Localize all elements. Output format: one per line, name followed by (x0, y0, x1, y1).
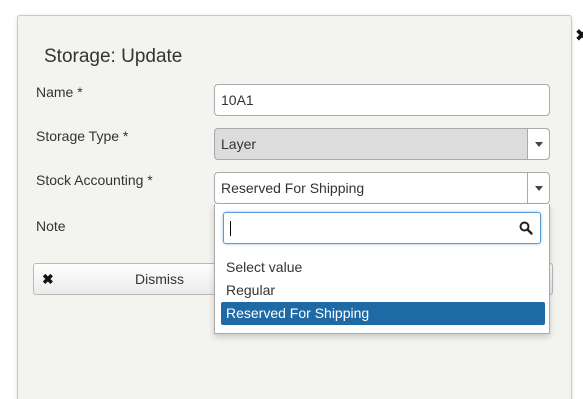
storage-type-dropdown-button[interactable] (527, 129, 549, 159)
note-label: Note (36, 218, 66, 234)
stock-accounting-label: Stock Accounting * (36, 172, 153, 188)
stock-accounting-dropdown: Select value Regular Reserved For Shippi… (214, 204, 550, 334)
name-input[interactable]: 10A1 (214, 84, 550, 116)
name-label: Name * (36, 84, 83, 100)
close-icon: ✖ (42, 271, 54, 287)
dropdown-search-input[interactable] (223, 212, 541, 244)
name-value: 10A1 (221, 92, 254, 108)
storage-type-select[interactable]: Layer (214, 128, 550, 160)
option-reserved-for-shipping[interactable]: Reserved For Shipping (221, 302, 545, 325)
chevron-down-icon (534, 141, 543, 147)
stock-accounting-select[interactable]: Reserved For Shipping (214, 172, 550, 204)
text-cursor (230, 221, 231, 236)
storage-type-label: Storage Type * (36, 128, 129, 144)
dismiss-label: Dismiss (135, 271, 184, 287)
dialog-title: Storage: Update (44, 46, 183, 67)
option-regular[interactable]: Regular (221, 279, 545, 302)
chevron-down-icon (534, 185, 543, 191)
storage-type-value: Layer (221, 136, 257, 152)
option-select-value[interactable]: Select value (221, 256, 545, 279)
dropdown-options: Select value Regular Reserved For Shippi… (221, 256, 545, 325)
stock-accounting-value: Reserved For Shipping (221, 180, 365, 196)
close-icon[interactable]: ✖ (573, 26, 583, 44)
search-icon (518, 220, 534, 236)
stock-accounting-dropdown-button[interactable] (527, 173, 549, 203)
